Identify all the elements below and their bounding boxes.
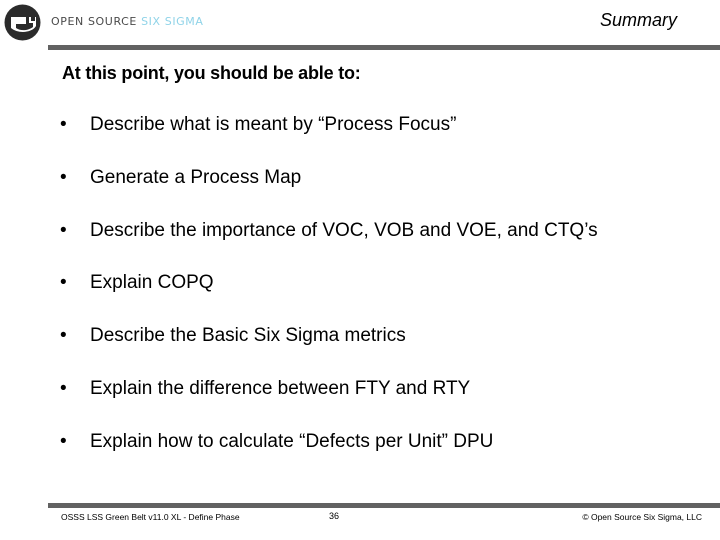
list-item: • Describe the Basic Six Sigma metrics xyxy=(60,325,598,378)
bullet-icon: • xyxy=(60,219,67,241)
footer-divider xyxy=(48,503,720,508)
list-item-text: Explain COPQ xyxy=(90,272,214,294)
footer-copyright: © Open Source Six Sigma, LLC xyxy=(582,512,702,522)
slide-subtitle: At this point, you should be able to: xyxy=(62,63,361,83)
bullet-icon: • xyxy=(60,325,67,347)
list-item-text: Describe what is meant by “Process Focus… xyxy=(90,114,457,135)
list-item-text: Explain the difference between FTY and R… xyxy=(90,377,471,399)
bullet-icon: • xyxy=(60,430,67,452)
list-item: • Describe what is meant by “Process Focu… xyxy=(60,114,598,167)
list-item-text: Describe the Basic Six Sigma metrics xyxy=(90,325,406,347)
bullet-icon: • xyxy=(60,114,67,135)
bullet-icon: • xyxy=(60,166,67,188)
bullet-icon: • xyxy=(60,377,67,399)
list-item: • Explain the difference between FTY and … xyxy=(60,378,598,431)
logo-icon xyxy=(4,4,41,41)
list-item-text: Generate a Process Map xyxy=(90,166,302,188)
logo-text-main: OPEN SOURCE xyxy=(51,15,142,28)
page-number: 36 xyxy=(329,511,340,521)
list-item-text: Describe the importance of VOC, VOB and … xyxy=(90,219,598,241)
slide-title: Summary xyxy=(599,10,677,30)
objectives-list: • Describe what is meant by “Process Focu… xyxy=(60,114,598,484)
list-item: • Describe the importance of VOC, VOB and… xyxy=(60,220,598,273)
logo-text: OPEN SOURCE SIX SIGMA xyxy=(51,15,204,28)
list-item: • Explain how to calculate “Defects per U… xyxy=(60,431,598,484)
list-item: • Explain COPQ xyxy=(60,272,598,325)
footer-course-title: OSSS LSS Green Belt v11.0 XL - Define Ph… xyxy=(61,512,240,522)
logo-text-accent: SIX SIGMA xyxy=(141,15,204,28)
list-item-text: Explain how to calculate “Defects per Un… xyxy=(90,430,494,452)
list-item: • Generate a Process Map xyxy=(60,167,598,220)
header-divider xyxy=(48,45,720,50)
bullet-icon: • xyxy=(60,272,67,294)
